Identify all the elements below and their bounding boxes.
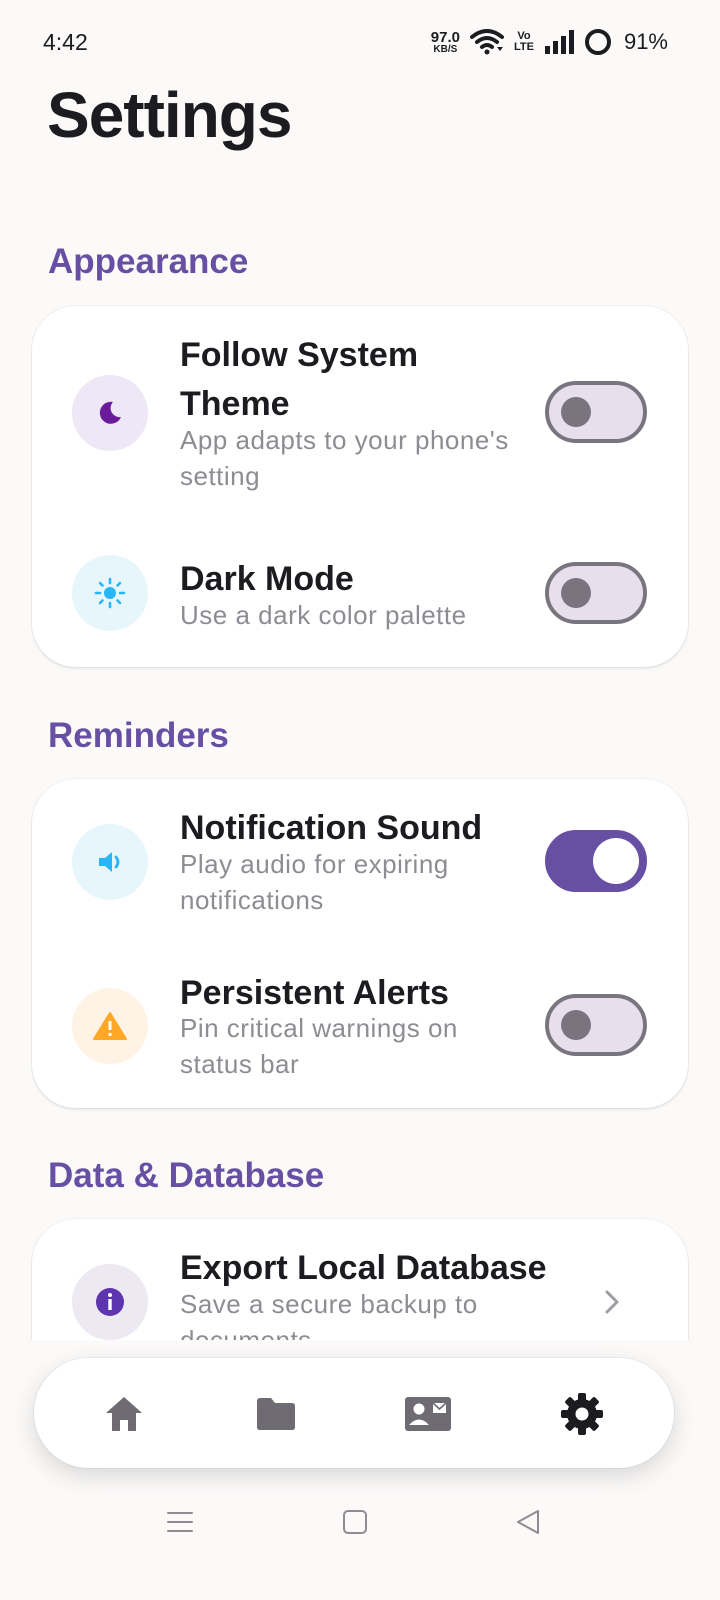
status-icons: 97.0 KB/S Vo LTE 91% — [431, 28, 668, 56]
network-speed-value: 97.0 — [430, 28, 460, 46]
battery-ring-icon — [584, 29, 611, 55]
back-triangle-icon — [517, 1510, 539, 1534]
dark-mode-toggle[interactable] — [545, 562, 647, 624]
notification-sound-subtitle-line2: notifications — [180, 885, 324, 915]
page-title: Settings — [47, 79, 292, 151]
section-header-data-database: Data & Database — [48, 1156, 325, 1195]
follow-system-theme-subtitle-line2: setting — [180, 461, 261, 491]
toggle-thumb — [561, 578, 591, 608]
chevron-right-icon — [605, 1290, 619, 1314]
status-bar: 4:42 97.0 KB/S Vo LTE 91% — [0, 0, 720, 84]
volte-indicator: Vo LTE — [514, 31, 534, 53]
reminders-card: Notification Sound Play audio for expiri… — [32, 779, 688, 1108]
info-icon — [72, 1264, 148, 1340]
section-header-reminders: Reminders — [48, 716, 229, 755]
contact-card-icon — [405, 1397, 451, 1431]
notification-sound-toggle[interactable] — [545, 830, 647, 892]
persistent-alerts-subtitle-line1: Pin critical warnings on — [180, 1013, 458, 1043]
nav-home[interactable] — [98, 1388, 150, 1440]
system-menu-button[interactable] — [164, 1506, 196, 1538]
persistent-alerts-toggle[interactable] — [545, 994, 647, 1056]
follow-system-theme-title-line1: Follow System — [180, 336, 419, 374]
settings-gear-icon — [561, 1393, 603, 1435]
status-time: 4:42 — [43, 28, 88, 55]
home-icon — [106, 1397, 142, 1431]
speaker-icon — [72, 824, 148, 900]
wifi-icon — [469, 29, 504, 55]
toggle-thumb — [561, 397, 591, 427]
follow-system-theme-toggle[interactable] — [545, 381, 647, 443]
moon-icon — [72, 375, 148, 451]
system-home-button[interactable] — [339, 1506, 371, 1538]
notification-sound-subtitle-line1: Play audio for expiring — [180, 849, 449, 879]
warning-icon — [72, 988, 148, 1064]
signal-icon — [544, 30, 574, 54]
dark-mode-subtitle: Use a dark color palette — [180, 600, 467, 630]
system-back-button[interactable] — [512, 1506, 544, 1538]
export-local-database-subtitle-line1: Save a secure backup to — [180, 1289, 478, 1319]
folder-icon — [257, 1398, 295, 1430]
battery-percent: 91% — [623, 29, 668, 54]
follow-system-theme-row[interactable]: Follow System Theme App adapts to your p… — [32, 306, 688, 506]
square-home-icon — [343, 1510, 367, 1534]
toggle-thumb — [593, 838, 639, 884]
notification-sound-row[interactable]: Notification Sound Play audio for expiri… — [32, 779, 688, 943]
nav-settings[interactable] — [556, 1388, 608, 1440]
toggle-thumb — [561, 1010, 591, 1040]
network-speed-unit: KB/S — [433, 43, 458, 55]
bottom-navigation-bar — [34, 1358, 674, 1468]
menu-lines-icon — [167, 1512, 193, 1532]
appearance-card: Follow System Theme App adapts to your p… — [32, 306, 688, 667]
section-header-appearance: Appearance — [48, 242, 249, 281]
follow-system-theme-subtitle-line1: App adapts to your phone's — [180, 425, 509, 455]
nav-folder[interactable] — [250, 1388, 302, 1440]
volte-bottom: LTE — [513, 41, 534, 53]
sun-icon — [72, 555, 148, 631]
nav-contacts[interactable] — [402, 1388, 454, 1440]
persistent-alerts-row[interactable]: Persistent Alerts Pin critical warnings … — [32, 943, 688, 1108]
dark-mode-row[interactable]: Dark Mode Use a dark color palette — [32, 506, 688, 667]
network-speed: 97.0 KB/S — [431, 30, 460, 55]
persistent-alerts-subtitle-line2: status bar — [180, 1049, 300, 1079]
